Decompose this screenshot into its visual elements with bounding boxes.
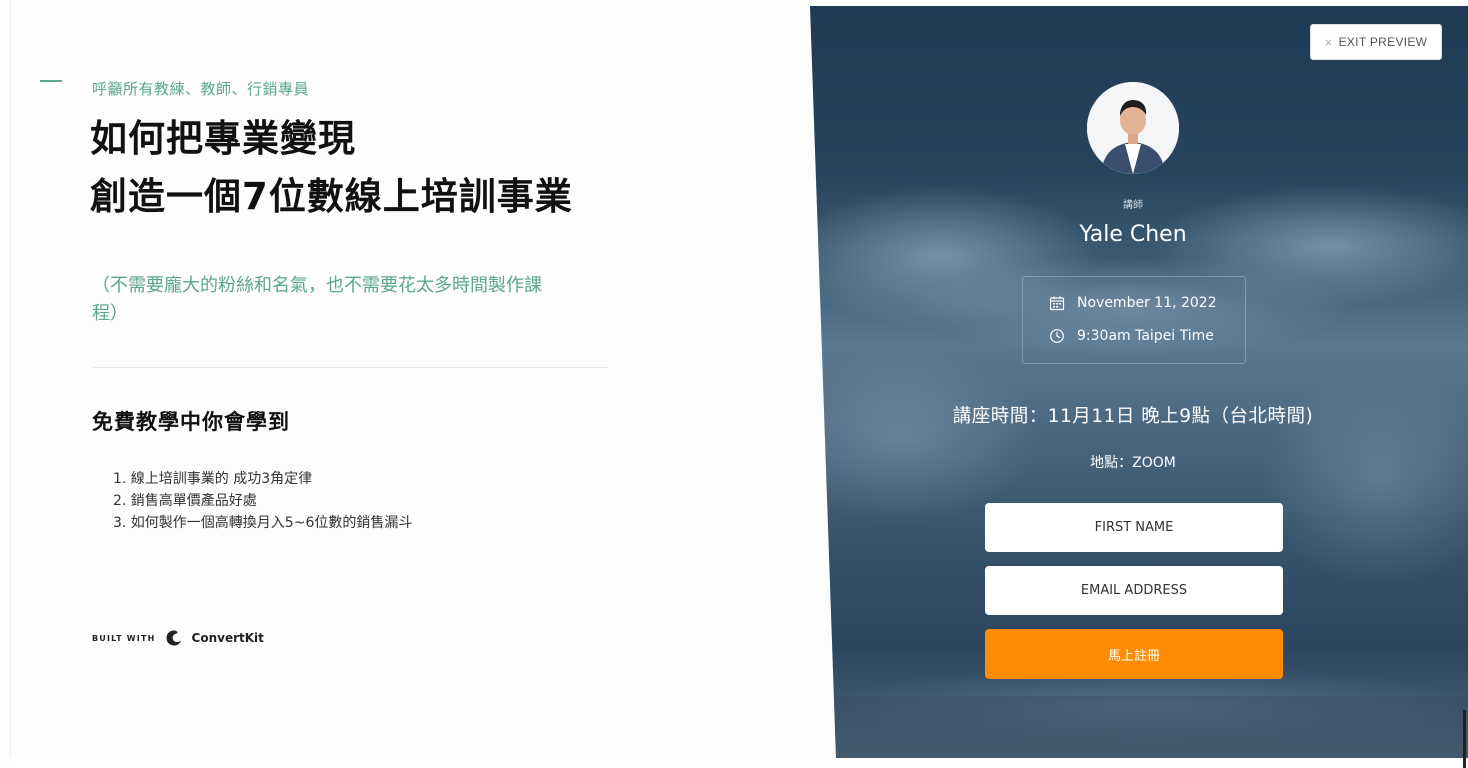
- scrollbar-thumb[interactable]: [1463, 710, 1466, 768]
- speaker-role-label: 講師: [1123, 200, 1143, 211]
- landing-page: 呼籲所有教練、教師、行銷專員 如何把專業變現 創造一個7位數線上培訓事業 （不需…: [0, 0, 1468, 768]
- session-time-text: 講座時間：11月11日 晚上9點（台北時間): [952, 406, 1314, 427]
- register-button[interactable]: 馬上註冊: [985, 629, 1283, 679]
- location-text: 地點：ZOOM: [1090, 455, 1176, 471]
- exit-preview-label: EXIT PREVIEW: [1338, 35, 1428, 49]
- speaker-name: Yale Chen: [1079, 222, 1187, 247]
- event-date-row: November 11, 2022: [1049, 295, 1217, 311]
- event-time: 9:30am Taipei Time: [1077, 328, 1214, 344]
- clock-icon: [1050, 329, 1064, 343]
- event-info-box: November 11, 2022 9:30am Taipei Time: [1022, 276, 1246, 364]
- close-icon: ×: [1324, 34, 1333, 50]
- speaker-photo: [1087, 82, 1179, 174]
- event-time-row: 9:30am Taipei Time: [1049, 328, 1214, 344]
- hero-panel: × EXIT PREVIEW 講師 Yale Chen November 11,…: [0, 6, 1468, 758]
- avatar: [1087, 82, 1179, 174]
- exit-preview-button[interactable]: × EXIT PREVIEW: [1310, 24, 1442, 60]
- calendar-icon: [1049, 296, 1065, 311]
- email-field[interactable]: [985, 566, 1283, 615]
- first-name-field[interactable]: [985, 503, 1283, 552]
- page-bottom-strip: [10, 758, 1468, 768]
- event-date: November 11, 2022: [1077, 295, 1217, 311]
